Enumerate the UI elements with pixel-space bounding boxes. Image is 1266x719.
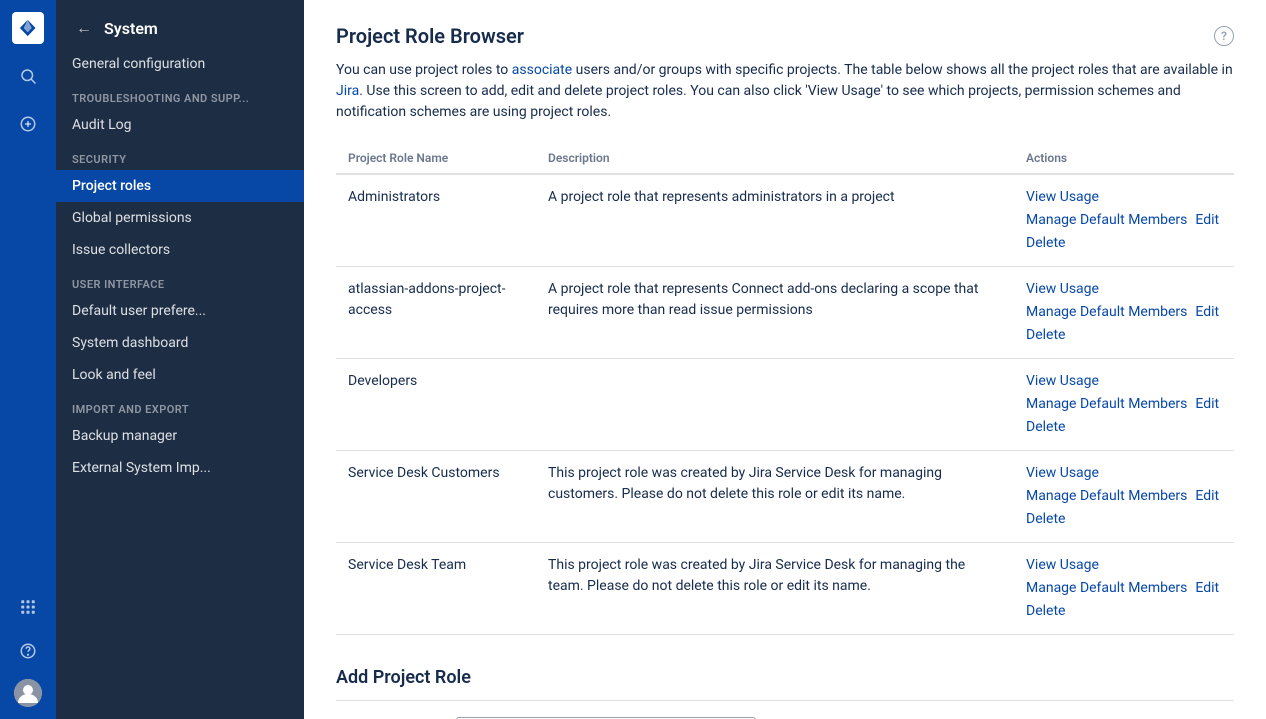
sidebar-item-look-and-feel[interactable]: Look and feel [56, 359, 304, 391]
page-description: You can use project roles to associate u… [336, 60, 1234, 123]
sidebar-item-default-user-prefs[interactable]: Default user prefere... [56, 295, 304, 327]
role-actions: View Usage Manage Default Members Edit D… [1014, 451, 1234, 543]
nav-bar [0, 0, 56, 719]
role-description: This project role was created by Jira Se… [536, 451, 1014, 543]
role-name: atlassian-addons-project-access [336, 267, 536, 359]
col-header-actions: Actions [1014, 143, 1234, 174]
view-usage-link[interactable]: View Usage [1026, 555, 1099, 576]
role-name: Service Desk Customers [336, 451, 536, 543]
help-nav-icon[interactable] [12, 635, 44, 667]
col-header-description: Description [536, 143, 1014, 174]
view-usage-link[interactable]: View Usage [1026, 279, 1099, 300]
role-description [536, 359, 1014, 451]
table-row: Developers View Usage Manage Default Mem… [336, 359, 1234, 451]
sidebar-header: ← System [56, 0, 304, 48]
view-usage-link[interactable]: View Usage [1026, 371, 1099, 392]
app-logo[interactable] [12, 12, 44, 44]
associate-link[interactable]: associate [512, 62, 572, 78]
roles-table: Project Role Name Description Actions Ad… [336, 143, 1234, 635]
role-name: Developers [336, 359, 536, 451]
user-avatar[interactable] [14, 679, 42, 707]
sidebar-section-user-interface: USER INTERFACE [56, 266, 304, 295]
role-actions: View Usage Manage Default Members Edit D… [1014, 174, 1234, 267]
manage-default-members-link[interactable]: Manage Default Members [1026, 302, 1187, 323]
delete-link[interactable]: Delete [1026, 417, 1065, 438]
edit-link[interactable]: Edit [1195, 486, 1219, 507]
manage-default-members-link[interactable]: Manage Default Members [1026, 578, 1187, 599]
sidebar-title: System [104, 19, 158, 38]
search-nav-icon[interactable] [12, 60, 44, 92]
sidebar-back-button[interactable]: ← [72, 16, 96, 40]
role-actions: View Usage Manage Default Members Edit D… [1014, 543, 1234, 635]
view-usage-link[interactable]: View Usage [1026, 187, 1099, 208]
sidebar-item-backup-manager[interactable]: Backup manager [56, 420, 304, 452]
sidebar-item-general-config[interactable]: General configuration [56, 48, 304, 80]
page-title-container: Project Role Browser ? [336, 24, 1234, 48]
sidebar: ← System General configuration TROUBLESH… [56, 0, 304, 719]
add-project-role-section: Add Project Role Name Description Add Pr… [336, 667, 1234, 719]
table-row: Administrators A project role that repre… [336, 174, 1234, 267]
sidebar-item-global-permissions[interactable]: Global permissions [56, 202, 304, 234]
sidebar-section-troubleshooting: TROUBLESHOOTING AND SUPP... [56, 80, 304, 109]
edit-link[interactable]: Edit [1195, 578, 1219, 599]
role-description: A project role that represents administr… [536, 174, 1014, 267]
manage-default-members-link[interactable]: Manage Default Members [1026, 394, 1187, 415]
delete-link[interactable]: Delete [1026, 601, 1065, 622]
manage-default-members-link[interactable]: Manage Default Members [1026, 210, 1187, 231]
role-name: Administrators [336, 174, 536, 267]
create-nav-icon[interactable] [12, 108, 44, 140]
sidebar-item-external-system[interactable]: External System Imp... [56, 452, 304, 484]
table-row: atlassian-addons-project-access A projec… [336, 267, 1234, 359]
manage-default-members-link[interactable]: Manage Default Members [1026, 486, 1187, 507]
edit-link[interactable]: Edit [1195, 394, 1219, 415]
delete-link[interactable]: Delete [1026, 509, 1065, 530]
view-usage-link[interactable]: View Usage [1026, 463, 1099, 484]
table-row: Service Desk Customers This project role… [336, 451, 1234, 543]
role-description: This project role was created by Jira Se… [536, 543, 1014, 635]
role-name: Service Desk Team [336, 543, 536, 635]
sidebar-item-issue-collectors[interactable]: Issue collectors [56, 234, 304, 266]
role-actions: View Usage Manage Default Members Edit D… [1014, 267, 1234, 359]
apps-nav-icon[interactable] [12, 591, 44, 623]
col-header-name: Project Role Name [336, 143, 536, 174]
sidebar-section-security: SECURITY [56, 141, 304, 170]
help-icon[interactable]: ? [1214, 26, 1234, 46]
role-description: A project role that represents Connect a… [536, 267, 1014, 359]
sidebar-item-project-roles[interactable]: Project roles [56, 170, 304, 202]
page-title: Project Role Browser [336, 24, 524, 48]
sidebar-item-audit-log[interactable]: Audit Log [56, 109, 304, 141]
delete-link[interactable]: Delete [1026, 325, 1065, 346]
edit-link[interactable]: Edit [1195, 210, 1219, 231]
main-content: Project Role Browser ? You can use proje… [304, 0, 1266, 719]
sidebar-item-system-dashboard[interactable]: System dashboard [56, 327, 304, 359]
edit-link[interactable]: Edit [1195, 302, 1219, 323]
add-section-title: Add Project Role [336, 667, 1234, 701]
delete-link[interactable]: Delete [1026, 233, 1065, 254]
sidebar-section-import-export: IMPORT AND EXPORT [56, 391, 304, 420]
role-actions: View Usage Manage Default Members Edit D… [1014, 359, 1234, 451]
jira-link[interactable]: Jira [336, 83, 359, 99]
table-row: Service Desk Team This project role was … [336, 543, 1234, 635]
